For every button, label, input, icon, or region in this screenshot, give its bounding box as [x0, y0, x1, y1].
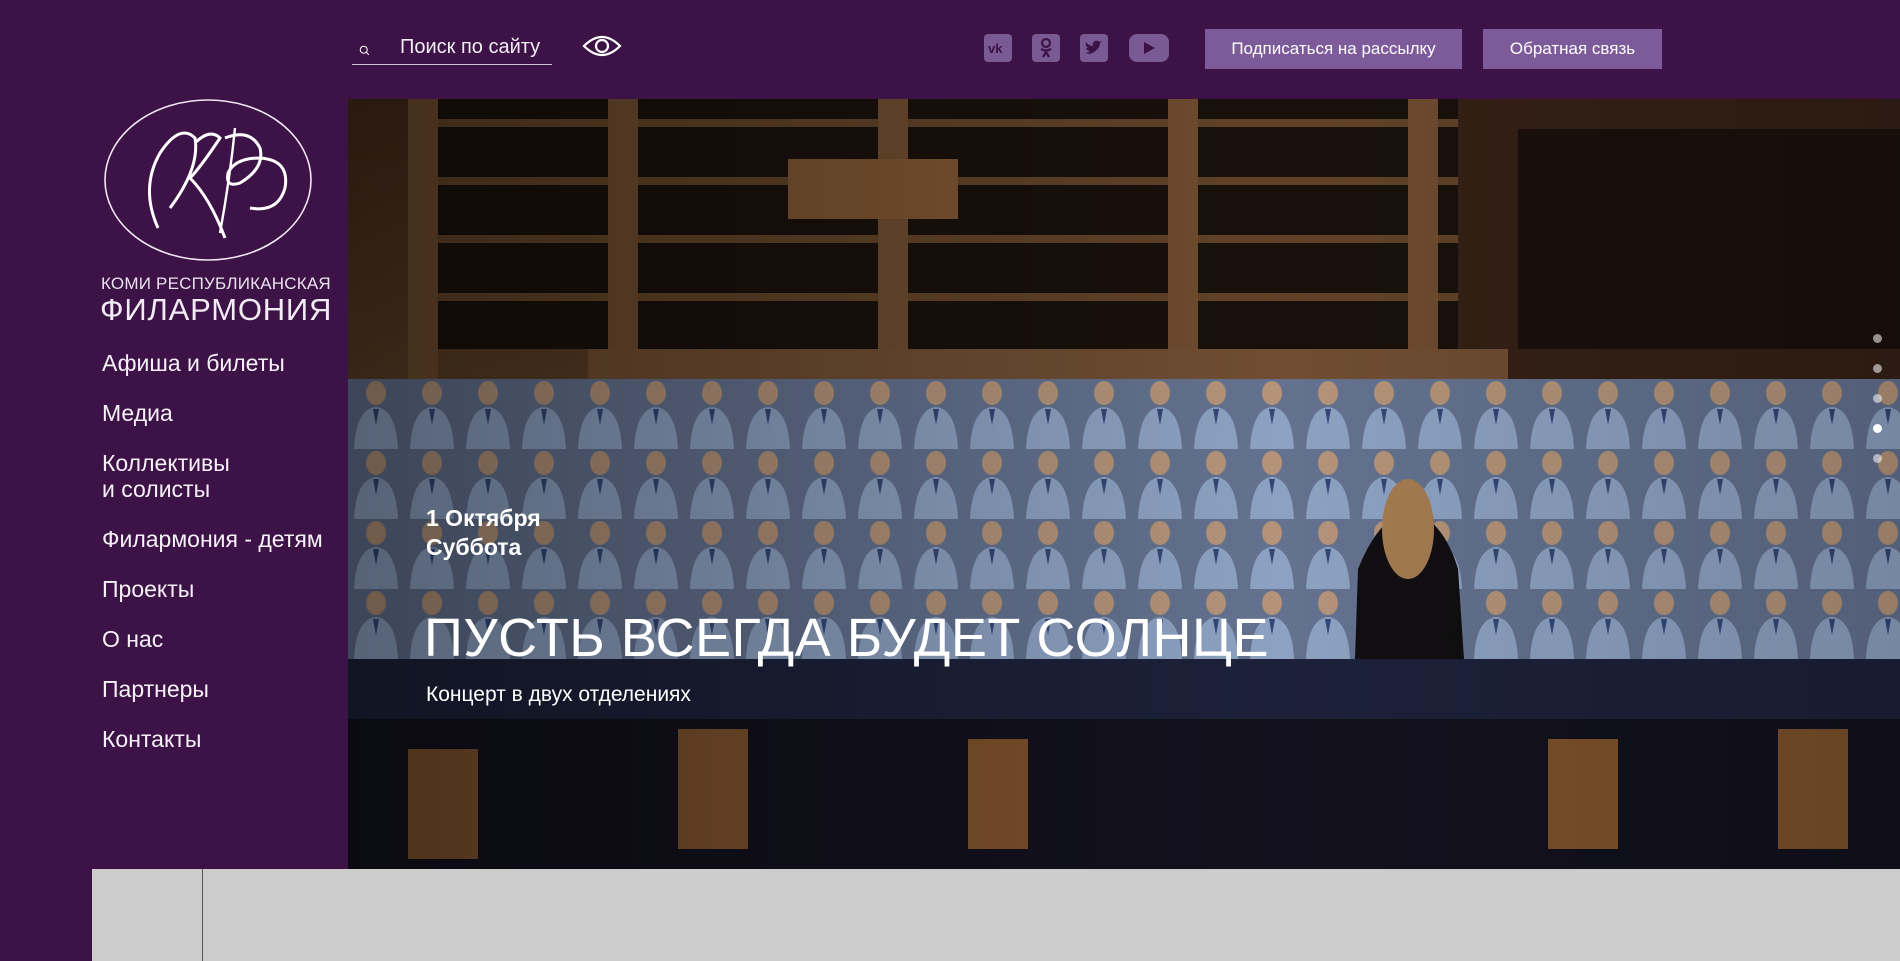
odnoklassniki-icon[interactable] — [1032, 34, 1060, 62]
slider-dot[interactable] — [1873, 334, 1882, 343]
logo-title: ФИЛАРМОНИЯ — [100, 292, 333, 327]
subscribe-button[interactable]: Подписаться на рассылку — [1205, 29, 1462, 69]
nav-item-contacts[interactable]: Контакты — [102, 726, 352, 752]
event-date: 1 Октября Суббота — [426, 504, 541, 562]
youtube-icon[interactable] — [1129, 34, 1169, 62]
eye-icon[interactable] — [582, 30, 622, 62]
nav-item-media[interactable]: Медиа — [102, 400, 352, 426]
feedback-button[interactable]: Обратная связь — [1483, 29, 1662, 69]
nav-item-collectives[interactable]: Коллективы и солисты — [102, 450, 352, 502]
twitter-icon[interactable] — [1080, 34, 1108, 62]
vk-icon[interactable]: vk — [984, 34, 1012, 62]
slider-dot-active[interactable] — [1873, 424, 1882, 433]
event-date-weekday: Суббота — [426, 534, 522, 560]
nav-item-projects[interactable]: Проекты — [102, 576, 352, 602]
panel-divider — [202, 869, 203, 961]
nav-item-afisha[interactable]: Афиша и билеты — [102, 350, 352, 376]
event-title[interactable]: ПУСТЬ ВСЕГДА БУДЕТ СОЛНЦЕ — [424, 607, 1269, 669]
nav-item-kids[interactable]: Филармония - детям — [102, 526, 352, 552]
hero-slider[interactable]: 1 Октября Суббота ПУСТЬ ВСЕГДА БУДЕТ СОЛ… — [348, 99, 1900, 869]
nav-item-partners[interactable]: Партнеры — [102, 676, 352, 702]
slider-pagination — [1873, 334, 1882, 484]
search-input[interactable] — [398, 34, 552, 60]
bottom-panel — [92, 869, 1900, 961]
event-subtitle: Концерт в двух отделениях — [426, 683, 691, 706]
event-date-day: 1 Октября — [426, 505, 541, 531]
slider-dot[interactable] — [1873, 454, 1882, 463]
slider-dot[interactable] — [1873, 394, 1882, 403]
choir-photo — [348, 99, 1900, 869]
search-icon[interactable] — [358, 40, 372, 62]
logo-subtitle: КОМИ РЕСПУБЛИКАНСКАЯ — [101, 274, 331, 293]
search-box[interactable] — [352, 30, 552, 65]
nav-item-about[interactable]: О нас — [102, 626, 352, 652]
svg-text:vk: vk — [988, 41, 1003, 55]
main-nav: Афиша и билеты Медиа Коллективы и солист… — [102, 350, 352, 776]
slider-dot[interactable] — [1873, 364, 1882, 373]
